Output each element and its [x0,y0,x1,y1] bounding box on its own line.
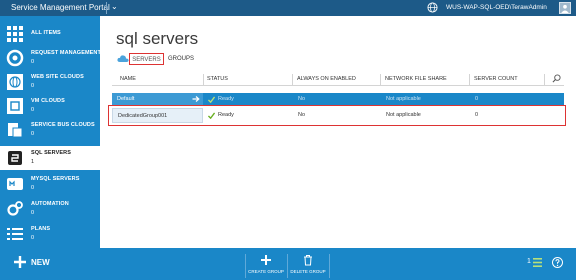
sidebar-item-count: 0 [31,131,35,137]
sidebar-item-all-items[interactable]: ALL ITEMS [0,22,100,46]
table-row[interactable]: Default Ready No Not applicable 0 [112,93,564,105]
portal-title[interactable]: Service Management Portal [11,3,110,12]
sidebar: ALL ITEMS REQUEST MANAGEMENT 0 WEB SITE … [0,16,101,248]
sidebar-item-label: PLANS [31,226,51,232]
column-divider [469,74,470,85]
table-header: NAME STATUS ALWAYS ON ENABLED NETWORK FI… [112,72,564,86]
sidebar-item-count: 0 [31,185,35,191]
create-group-button[interactable]: CREATE GROUP [246,248,286,280]
sidebar-item-request-management[interactable]: REQUEST MANAGEMENT 0 [0,46,101,70]
sidebar-item-automation[interactable]: AUTOMATION 0 [0,197,100,221]
plans-icon [7,228,23,240]
column-header-name[interactable]: NAME [120,76,136,82]
create-group-label: CREATE GROUP [248,269,284,274]
sidebar-item-count: 0 [31,107,35,113]
trash-icon [304,255,312,266]
column-divider [544,74,545,85]
cloud-icon [117,55,129,62]
service-bus-icon [8,123,23,138]
delete-group-label: DELETE GROUP [290,269,326,274]
top-bar: Service Management Portal ⌄ WUS-WAP-SQL-… [0,0,576,16]
arrow-right-icon[interactable] [192,95,200,103]
column-header-file-share[interactable]: NETWORK FILE SHARE [385,76,447,82]
avatar[interactable] [559,2,571,14]
sidebar-item-count: 0 [31,210,35,216]
check-icon [208,95,215,103]
chevron-down-icon[interactable]: ⌄ [111,2,118,11]
selection-highlight [108,105,566,126]
globe-icon[interactable] [427,2,438,13]
row-name: Default [117,96,135,102]
sidebar-item-plans[interactable]: PLANS 0 [0,222,100,246]
sidebar-item-label: VM CLOUDS [31,98,65,104]
sidebar-item-count: 0 [31,59,35,65]
column-divider [380,74,381,85]
new-label: NEW [31,258,50,267]
sidebar-item-count: 0 [31,235,35,241]
new-button[interactable]: NEW [0,248,100,280]
main-content: sql servers SERVERS GROUPS NAME STATUS A… [100,16,576,248]
request-icon [6,49,24,67]
sidebar-item-mysql-servers[interactable]: MYSQL SERVERS 0 [0,172,100,196]
sidebar-item-web-site-clouds[interactable]: WEB SITE CLOUDS 0 [0,70,100,94]
row-status: Ready [218,96,234,102]
sidebar-item-label: ALL ITEMS [31,30,61,36]
row-always-on: No [298,96,306,102]
vm-icon [7,98,23,114]
sql-icon [8,151,22,165]
tab-servers[interactable]: SERVERS [129,53,164,65]
sidebar-item-label: REQUEST MANAGEMENT [31,50,101,56]
row-server-count: 0 [475,96,479,102]
web-icon [7,74,23,90]
help-icon[interactable] [552,257,563,268]
mysql-icon [7,178,23,190]
plus-icon [261,255,271,265]
page-title: sql servers [116,29,199,48]
delete-group-button[interactable]: DELETE GROUP [288,248,328,280]
command-divider [329,254,330,278]
column-header-status[interactable]: STATUS [207,76,228,82]
sidebar-item-label: SERVICE BUS CLOUDS [31,122,95,128]
sidebar-item-service-bus-clouds[interactable]: SERVICE BUS CLOUDS 0 [0,118,100,142]
sidebar-item-label: SQL SERVERS [31,150,72,156]
sidebar-item-vm-clouds[interactable]: VM CLOUDS 0 [0,94,100,118]
automation-icon [7,201,23,216]
sidebar-item-label: WEB SITE CLOUDS [31,74,84,80]
column-header-server-count[interactable]: SERVER COUNT [474,76,518,82]
title-divider [106,2,107,14]
list-icon[interactable] [533,258,542,267]
row-name-cell[interactable]: Default [112,93,203,105]
tab-groups[interactable]: GROUPS [168,53,194,65]
plus-icon [14,256,26,268]
selection-count[interactable]: 1 [527,258,531,265]
sidebar-item-label: MYSQL SERVERS [31,176,80,182]
column-divider [203,74,204,85]
grid-icon [7,26,23,42]
search-icon[interactable] [552,74,561,83]
user-name[interactable]: WUS-WAP-SQL-OED\TerawAdmin [446,4,547,11]
sidebar-item-label: AUTOMATION [31,201,69,207]
sidebar-item-count: 0 [31,83,35,89]
row-file-share: Not applicable [386,96,421,102]
command-bar: NEW CREATE GROUP DELETE GROUP 1 [0,248,576,280]
sidebar-item-count: 1 [31,159,35,165]
sidebar-item-sql-servers[interactable]: SQL SERVERS 1 [0,146,100,170]
column-header-always-on[interactable]: ALWAYS ON ENABLED [297,76,356,82]
column-divider [292,74,293,85]
